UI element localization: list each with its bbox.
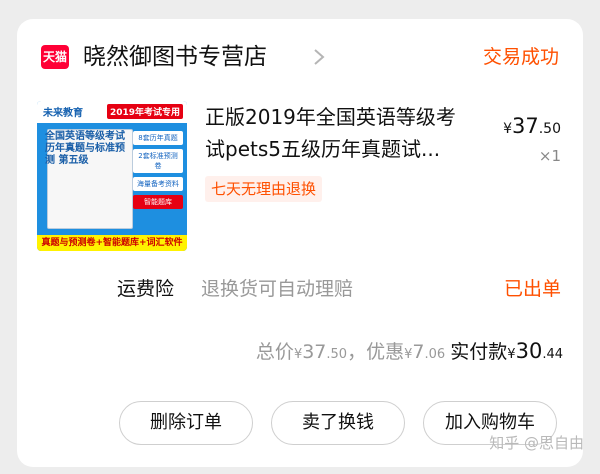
- product-image-smart-tag: 智能题库: [133, 195, 183, 209]
- return-policy-badge: 七天无理由退换: [205, 176, 323, 202]
- discount-integer: 7: [412, 341, 425, 363]
- product-image-brand: 未来教育: [43, 108, 83, 119]
- product-title[interactable]: 正版2019年全国英语等级考 试pets5五级历年真题试...: [205, 101, 469, 165]
- product-title-line-1: 正版2019年全国英语等级考: [205, 105, 456, 129]
- item-quantity: ×1: [538, 147, 561, 165]
- product-image-tag: 2套标准预测卷: [133, 149, 183, 173]
- tmall-logo-icon: 天猫: [41, 45, 69, 69]
- total-integer: 37: [302, 341, 327, 363]
- item-price: ¥37.50: [503, 114, 561, 138]
- discount-label: 优惠: [366, 341, 405, 363]
- insurance-description: 退换货可自动理赔: [201, 278, 354, 300]
- insurance-label: 运费险: [117, 278, 175, 300]
- product-image-year-tag: 2019年考试专用: [106, 104, 183, 119]
- product-image-book-title: 全国英语等级考试 历年真题与标准预测 第五级: [45, 131, 125, 166]
- price-currency: ¥: [503, 121, 512, 137]
- paid-decimal: .44: [542, 347, 563, 362]
- shop-row[interactable]: 天猫 晓然御图书专营店 交易成功: [17, 39, 583, 75]
- product-image-banner: 真题与预测卷+智能题库+词汇软件: [37, 235, 187, 251]
- product-image-header: 未来教育 2019年考试专用: [37, 101, 187, 123]
- total-label: 总价: [255, 341, 294, 363]
- total-decimal: .50: [326, 347, 348, 362]
- order-card: 天猫 晓然御图书专营店 交易成功 未来教育 2019年考试专用 全国英语等级考试…: [17, 19, 583, 467]
- chevron-right-icon[interactable]: [313, 48, 325, 66]
- insurance-status: 已出单: [503, 278, 561, 300]
- price-decimal: .50: [538, 121, 561, 137]
- product-image-tag: 海量备考资料: [133, 177, 183, 191]
- paid-label: 实付款: [450, 341, 508, 363]
- order-summary: 总价¥37.50，优惠¥7.06 实付款¥30.44: [256, 336, 563, 370]
- delete-order-button[interactable]: 删除订单: [119, 401, 253, 445]
- total-currency: ¥: [293, 347, 303, 362]
- order-status: 交易成功: [482, 46, 559, 68]
- price-integer: 37: [512, 114, 539, 138]
- product-image-tag: 8套历年真题: [133, 131, 183, 145]
- resell-button[interactable]: 卖了换钱: [271, 401, 405, 445]
- summary-separator: ，: [347, 341, 367, 363]
- watermark: 知乎 @思自由: [489, 434, 584, 452]
- product-image[interactable]: 未来教育 2019年考试专用 全国英语等级考试 历年真题与标准预测 第五级 8套…: [37, 101, 187, 251]
- product-image-tags: 8套历年真题 2套标准预测卷 海量备考资料 智能题库: [133, 131, 183, 213]
- product-title-line-2: 试pets5五级历年真题试...: [205, 137, 441, 161]
- paid-currency: ¥: [507, 347, 516, 362]
- discount-decimal: .06: [424, 347, 446, 362]
- shop-name[interactable]: 晓然御图书专营店: [83, 39, 267, 75]
- shipping-insurance-row[interactable]: 运费险 退换货可自动理赔 已出单: [17, 274, 583, 304]
- paid-integer: 30: [515, 339, 543, 363]
